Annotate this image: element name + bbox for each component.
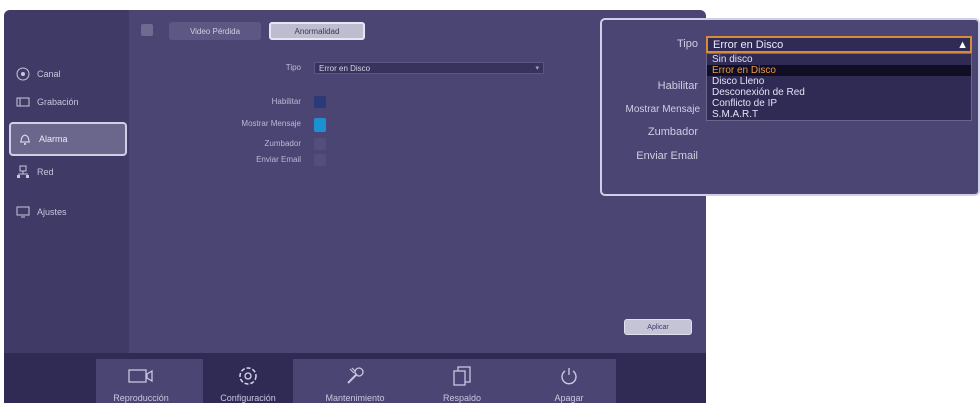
mostrar-mensaje-label: Mostrar Mensaje <box>241 119 301 128</box>
dropdown-zoom-inset: Tipo Habilitar Mostrar Mensaje Zumbador … <box>600 18 980 196</box>
video-camera-icon <box>128 365 154 387</box>
sidebar-item-label: Ajustes <box>37 207 67 217</box>
tipo-select[interactable]: Error en Disco ▾ <box>314 62 544 74</box>
inset-zumbador-label: Zumbador <box>647 126 698 138</box>
sidebar-item-alarma[interactable]: Alarma <box>9 122 127 156</box>
tipo-select-value: Error en Disco <box>319 63 371 73</box>
inset-select-value: Error en Disco <box>713 38 784 51</box>
alarm-bell-icon <box>18 132 32 146</box>
sidebar-item-label: Grabación <box>37 97 79 107</box>
inset-mostrar-mensaje-label: Mostrar Mensaje <box>625 104 700 115</box>
tipo-label: Tipo <box>285 63 301 72</box>
tab-label: Video Pérdida <box>189 26 241 36</box>
sidebar-item-ajustes[interactable]: Ajustes <box>16 200 67 224</box>
habilitar-checkbox[interactable] <box>314 96 326 108</box>
sidebar-item-label: Canal <box>37 69 61 79</box>
power-icon <box>558 365 580 387</box>
inset-enviar-email-label: Enviar Email <box>636 150 698 162</box>
sidebar-item-grabacion[interactable]: Grabación <box>16 90 79 114</box>
inset-tipo-label: Tipo <box>677 38 698 50</box>
dropdown-option-smart[interactable]: S.M.A.R.T <box>707 109 971 120</box>
network-icon <box>16 165 30 179</box>
tab-anormalidad[interactable]: Anormalidad <box>269 22 365 40</box>
bottom-tab-label: Mantenimiento <box>325 393 385 403</box>
mouse-cursor-icon: ▲ <box>957 39 968 51</box>
sidebar-item-red[interactable]: Red <box>16 160 54 184</box>
bottom-tab-label: Reproducción <box>113 393 169 403</box>
chevron-down-icon: ▾ <box>535 65 539 72</box>
camera-circle-icon <box>16 67 30 81</box>
zumbador-label: Zumbador <box>264 139 301 148</box>
copy-icon <box>452 365 472 387</box>
sidebar-item-label: Alarma <box>39 134 68 144</box>
gear-icon <box>237 365 259 387</box>
tab-label: Anormalidad <box>294 26 340 36</box>
tab-video-perdida[interactable]: Video Pérdida <box>169 22 261 40</box>
bottom-tab-configuracion[interactable]: Configuración <box>203 359 293 403</box>
apply-button-label: Aplicar <box>647 323 669 331</box>
bottom-bar: Reproducción Configuración Mantenimiento… <box>4 353 706 403</box>
bottom-tab-label: Respaldo <box>442 393 482 403</box>
monitor-icon <box>16 205 30 219</box>
inset-tipo-select[interactable]: Error en Disco ▲ <box>706 36 972 53</box>
enviar-email-checkbox[interactable] <box>314 154 326 166</box>
inset-habilitar-label: Habilitar <box>657 80 698 92</box>
dropdown-option-conflicto-de-ip[interactable]: Conflicto de IP <box>707 98 971 109</box>
bottom-tab-reproduccion[interactable]: Reproducción <box>96 359 186 403</box>
tab-pin-icon[interactable] <box>141 24 153 36</box>
habilitar-label: Habilitar <box>271 97 301 106</box>
zumbador-checkbox[interactable] <box>314 138 326 150</box>
bottom-tab-mantenimiento[interactable]: Mantenimiento <box>310 359 400 403</box>
dropdown-option-sin-disco[interactable]: Sin disco <box>707 54 971 65</box>
sidebar-item-label: Red <box>37 167 54 177</box>
bottom-tab-label: Configuración <box>220 393 276 403</box>
bottom-tab-respaldo[interactable]: Respaldo <box>417 359 507 403</box>
dropdown-option-desconexion-de-red[interactable]: Desconexión de Red <box>707 87 971 98</box>
enviar-email-label: Enviar Email <box>256 155 301 164</box>
wrench-icon <box>344 365 366 387</box>
apply-button[interactable]: Aplicar <box>624 319 692 335</box>
bottom-tab-label: Apagar <box>554 393 584 403</box>
sidebar-item-canal[interactable]: Canal <box>16 62 61 86</box>
bottom-tabs: Reproducción Configuración Mantenimiento… <box>96 359 616 403</box>
dropdown-option-disco-lleno[interactable]: Disco Lleno <box>707 76 971 87</box>
dropdown-option-error-en-disco[interactable]: Error en Disco <box>707 65 971 76</box>
record-icon <box>16 95 30 109</box>
tipo-dropdown-list: Sin disco Error en Disco Disco Lleno Des… <box>706 53 972 121</box>
bottom-tab-apagar[interactable]: Apagar <box>524 359 614 403</box>
mostrar-mensaje-checkbox[interactable] <box>314 118 326 132</box>
sidebar: Canal Grabación Alarma Red Ajustes <box>4 10 129 353</box>
